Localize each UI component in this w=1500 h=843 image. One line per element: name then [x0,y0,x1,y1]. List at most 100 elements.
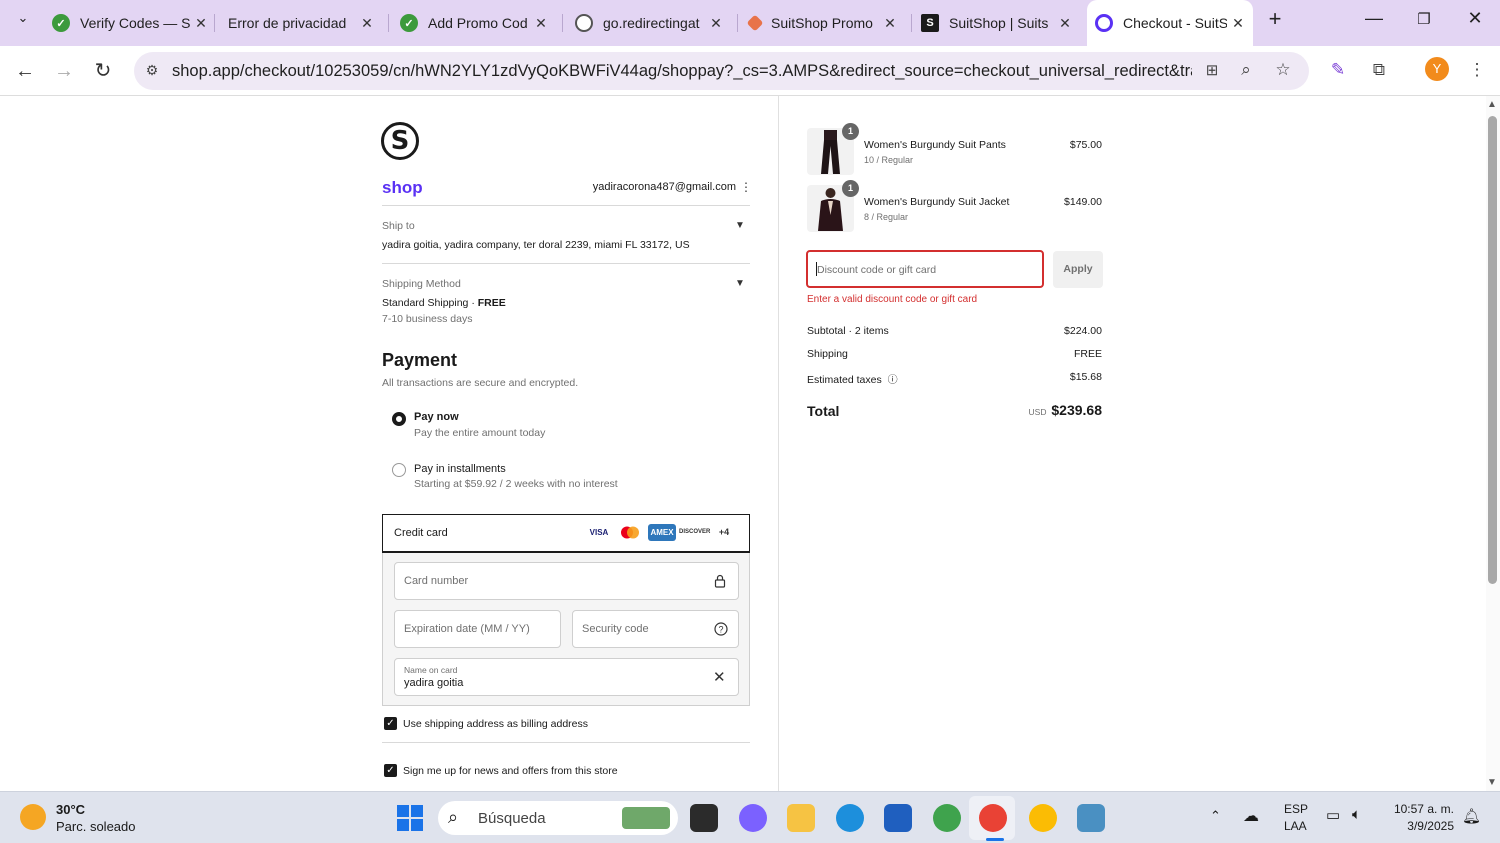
language-top[interactable]: ESP [1284,802,1308,816]
scroll-down-icon[interactable]: ▼ [1487,777,1497,788]
shipping-value: FREE [1073,348,1102,360]
expiration-date-field[interactable]: Expiration date (MM / YY) [394,610,561,648]
close-tab-icon[interactable]: ✕ [705,15,727,32]
discount-code-input[interactable]: Discount code or gift card [806,250,1044,288]
edge-icon[interactable] [836,804,864,832]
chrome-profile-2-icon[interactable] [1029,804,1057,832]
tab-separator [911,14,912,32]
restore-icon[interactable]: ❐ [1409,10,1439,28]
windows-start-icon[interactable] [397,805,423,831]
ship-to-label: Ship to [382,220,415,232]
close-tab-icon[interactable]: ✕ [190,15,212,32]
browser-toolbar: ← → ↻ ⚙ shop.app/checkout/10253059/cn/hW… [0,46,1500,96]
total-amount: USD $239.68 [992,402,1102,418]
forward-icon[interactable]: → [49,56,79,86]
credit-card-header[interactable]: Credit card VISA AMEX DISCOVER +4 [382,514,750,553]
clock-time[interactable]: 10:57 a. m. [1380,802,1454,816]
close-tab-icon[interactable]: ✕ [530,15,552,32]
item-variant: 10 / Regular [864,155,914,165]
apply-discount-button[interactable]: Apply [1053,251,1103,288]
billing-same-checkbox[interactable]: ✓ [384,717,397,730]
chrome-profile-icon[interactable] [933,804,961,832]
tab-title: go.redirectingat [603,15,700,31]
new-tab-icon[interactable]: + [1260,6,1290,32]
shipping-method-label: Shipping Method [382,278,461,290]
security-code-field[interactable]: Security code ? [572,610,739,648]
scroll-up-icon[interactable]: ▲ [1487,99,1497,110]
copilot-icon[interactable] [739,804,767,832]
weather-desc[interactable]: Parc. soleado [56,819,136,834]
tab-suitshop-promo[interactable]: SuitShop Promo ✕ [746,6,901,40]
newsletter-checkbox[interactable]: ✓ [384,764,397,777]
windows-taskbar: 30°C Parc. soleado ⌕ Búsqueda ⌃ ☁ ESP LA… [0,791,1500,843]
show-hidden-icons-chevron-icon[interactable]: ⌃ [1210,808,1221,824]
tab-strip: ⌄ ✓ Verify Codes — S ✕ Error de privacid… [0,0,1500,46]
credit-card-panel: Credit card VISA AMEX DISCOVER +4 Card n… [382,514,750,706]
help-circle-icon[interactable]: ? [714,622,728,639]
taskbar-search-box[interactable]: ⌕ Búsqueda [438,801,678,835]
tab-checkout[interactable]: Checkout - SuitS ✕ [1087,0,1253,46]
card-number-placeholder: Card number [404,575,469,587]
pay-now-radio[interactable] [392,412,406,426]
name-on-card-field[interactable]: Name on card yadira goitia ✕ [394,658,739,696]
ship-to-chevron-icon[interactable]: ▼ [733,220,747,231]
diamond-favicon-icon [746,14,764,32]
network-icon[interactable]: ▭ [1326,806,1340,824]
close-tab-icon[interactable]: ✕ [1054,15,1076,32]
task-view-icon[interactable] [690,804,718,832]
reload-icon[interactable]: ↻ [88,56,118,86]
extensions-icon[interactable]: ⧉ [1367,60,1391,80]
payment-subtitle: All transactions are secure and encrypte… [382,377,579,389]
url-text[interactable]: shop.app/checkout/10253059/cn/hWN2YLY1zd… [172,62,1192,81]
billing-same-label: Use shipping address as billing address [403,718,589,730]
visa-icon: VISA [585,524,613,541]
store-icon[interactable] [884,804,912,832]
pen-icon[interactable]: ✎ [1326,60,1350,80]
discover-icon: DISCOVER [679,524,710,541]
back-icon[interactable]: ← [10,56,40,86]
address-bar[interactable]: ⚙ shop.app/checkout/10253059/cn/hWN2YLY1… [134,52,1309,90]
tab-verify-codes[interactable]: ✓ Verify Codes — S ✕ [52,6,212,40]
notifications-icon[interactable]: 🔔︎ [1462,807,1481,825]
volume-icon[interactable]: 🔈︎ [1352,806,1361,823]
pay-installments-title: Pay in installments [414,463,506,475]
close-window-icon[interactable]: ✕ [1460,8,1490,29]
zoom-icon[interactable]: ⌕ [1234,60,1258,80]
close-tab-icon[interactable]: ✕ [356,15,378,32]
weather-temp[interactable]: 30°C [56,802,85,817]
bookmark-star-icon[interactable]: ☆ [1271,60,1295,80]
info-icon[interactable]: ⓘ [888,375,898,386]
menu-kebab-icon[interactable]: ⋮ [1465,60,1489,80]
scrollbar-thumb[interactable] [1488,116,1497,584]
tab-privacy-error[interactable]: Error de privacidad ✕ [228,6,378,40]
pay-now-subtitle: Pay the entire amount today [414,427,546,439]
tab-title: Verify Codes — S [80,15,190,31]
tab-redirecting[interactable]: go.redirectingat ✕ [575,6,727,40]
card-number-field[interactable]: Card number [394,562,739,600]
onedrive-cloud-icon[interactable]: ☁ [1243,806,1259,826]
weather-sun-icon[interactable] [20,804,46,830]
tab-suitshop-suits[interactable]: S SuitShop | Suits ✕ [921,6,1076,40]
translate-icon[interactable]: ⊞ [1200,61,1224,79]
minimize-icon[interactable]: — [1359,8,1389,29]
ship-to-value: yadira goitia, yadira company, ter doral… [382,239,690,251]
quantity-badge: 1 [842,123,859,140]
chrome-active-icon[interactable] [979,804,1007,832]
tab-search-chevron-icon[interactable]: ⌄ [8,10,38,26]
account-menu-icon[interactable]: ⋮ [740,180,752,194]
subtotal-label: Subtotal · 2 items [807,325,889,337]
tab-add-promo[interactable]: ✓ Add Promo Cod ✕ [400,6,552,40]
total-label: Total [807,403,840,419]
file-explorer-icon[interactable] [787,804,815,832]
page-scrollbar[interactable]: ▲ ▼ [1486,96,1500,791]
language-bottom[interactable]: LAA [1284,819,1307,833]
clear-field-icon[interactable]: ✕ [713,668,726,686]
profile-avatar[interactable]: Y [1425,57,1449,81]
site-settings-icon[interactable]: ⚙ [140,62,164,79]
pay-installments-radio[interactable] [392,463,406,477]
close-tab-icon[interactable]: ✕ [879,15,901,32]
shipping-method-chevron-icon[interactable]: ▼ [733,278,747,289]
clock-date[interactable]: 3/9/2025 [1380,819,1454,833]
app-icon[interactable] [1077,804,1105,832]
close-tab-icon[interactable]: ✕ [1227,15,1249,32]
